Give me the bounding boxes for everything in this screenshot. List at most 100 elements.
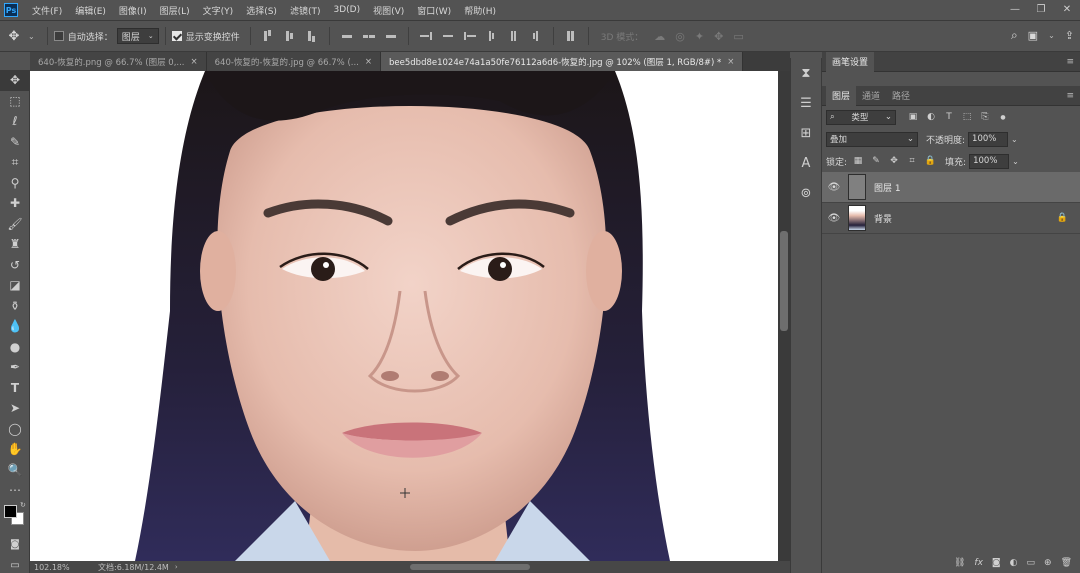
menu-select[interactable]: 选择(S) — [246, 4, 277, 17]
chevron-down-icon[interactable]: ⌄ — [1012, 157, 1019, 166]
visibility-eye-icon[interactable]: 👁 — [822, 213, 846, 224]
auto-select-dropdown[interactable]: 图层 ⌄ — [116, 28, 159, 44]
distribute-right-icon[interactable] — [530, 30, 542, 42]
layer-filter-dropdown[interactable]: ⌕ 类型 ⌄ — [826, 109, 896, 125]
drag-3d-icon[interactable]: ✦ — [695, 30, 704, 43]
lock-all-icon[interactable]: 🔒 — [923, 154, 937, 168]
mask-icon[interactable]: ◙ — [992, 558, 1001, 568]
dodge-tool-icon[interactable]: ● — [0, 337, 30, 358]
panel-menu-icon[interactable]: ≡ — [1066, 57, 1074, 67]
zoom-tool-icon[interactable]: 🔍 — [0, 460, 30, 481]
restore-icon[interactable]: ❐ — [1028, 0, 1054, 18]
group-icon[interactable]: ▭ — [1027, 558, 1036, 568]
align-right-icon[interactable] — [385, 30, 397, 42]
lasso-tool-icon[interactable]: ℓ — [0, 111, 30, 132]
roll-3d-icon[interactable]: ◎ — [675, 30, 685, 43]
distribute-top-icon[interactable] — [419, 30, 432, 42]
chevron-right-icon[interactable]: › — [175, 563, 178, 571]
align-top-icon[interactable] — [262, 30, 274, 42]
character-panel-icon[interactable]: A — [791, 148, 821, 178]
align-left-icon[interactable] — [341, 30, 353, 42]
pen-tool-icon[interactable]: ✒ — [0, 357, 30, 378]
type-filter-icon[interactable]: T — [942, 110, 956, 124]
document-canvas[interactable] — [30, 71, 778, 561]
layer-row-background[interactable]: 👁 背景 🔒 — [822, 203, 1080, 234]
ellipse-tool-icon[interactable]: ◯ — [0, 419, 30, 440]
clone-stamp-tool-icon[interactable]: ♜ — [0, 234, 30, 255]
auto-align-icon[interactable] — [565, 30, 577, 42]
type-tool-icon[interactable]: T — [0, 378, 30, 399]
more-tools-icon[interactable]: ⋯ — [0, 480, 30, 501]
align-bottom-icon[interactable] — [306, 30, 318, 42]
distribute-bottom-icon[interactable] — [463, 30, 476, 42]
menu-view[interactable]: 视图(V) — [373, 4, 404, 17]
properties-panel-icon[interactable]: ⊞ — [791, 118, 821, 148]
adjustment-icon[interactable]: ◐ — [1010, 558, 1018, 568]
doc-tab-1[interactable]: 640-恢复的.png @ 66.7% (图层 0,... × — [30, 52, 207, 71]
marquee-tool-icon[interactable]: ⬚ — [0, 91, 30, 112]
hand-tool-icon[interactable]: ✋ — [0, 439, 30, 460]
scroll-thumb[interactable] — [780, 231, 788, 331]
opacity-input[interactable]: 100% — [968, 131, 1009, 147]
move-tool-icon[interactable]: ✥ — [0, 29, 28, 44]
menu-edit[interactable]: 编辑(E) — [75, 4, 106, 17]
menu-3d[interactable]: 3D(D) — [333, 5, 360, 15]
trash-icon[interactable]: 🗑 — [1061, 558, 1072, 568]
smart-object-filter-icon[interactable]: ⎘ — [978, 110, 992, 124]
horizontal-scroll-thumb[interactable] — [410, 564, 530, 570]
slide-3d-icon[interactable]: ✥ — [714, 30, 723, 43]
distribute-vcenter-icon[interactable] — [442, 30, 454, 42]
lock-transparent-icon[interactable]: ▦ — [851, 154, 865, 168]
align-hcenter-icon[interactable] — [362, 30, 375, 42]
history-brush-tool-icon[interactable]: ↺ — [0, 255, 30, 276]
tool-preset-chevron-icon[interactable]: ⌄ — [28, 32, 35, 41]
fx-icon[interactable]: fx — [974, 558, 983, 568]
align-vcenter-icon[interactable] — [284, 30, 296, 42]
pixel-filter-icon[interactable]: ▣ — [906, 110, 920, 124]
menu-layer[interactable]: 图层(L) — [160, 4, 190, 17]
healing-brush-tool-icon[interactable]: ✚ — [0, 193, 30, 214]
screen-mode-icon[interactable]: ▭ — [0, 555, 30, 573]
history-panel-icon[interactable]: ⧗ — [791, 58, 821, 88]
doc-tab-2[interactable]: 640-恢复的-恢复的.jpg @ 66.7% (... × — [206, 52, 382, 71]
eraser-tool-icon[interactable]: ◪ — [0, 275, 30, 296]
panel-menu-icon[interactable]: ≡ — [1066, 91, 1074, 101]
menu-type[interactable]: 文字(Y) — [203, 4, 234, 17]
paint-bucket-tool-icon[interactable]: ⚱ — [0, 296, 30, 317]
eyedropper-tool-icon[interactable]: ⚲ — [0, 173, 30, 194]
share-icon[interactable]: ⇪ — [1065, 29, 1074, 42]
menu-window[interactable]: 窗口(W) — [417, 4, 451, 17]
tab-layers[interactable]: 图层 — [826, 85, 857, 106]
move-tool-icon[interactable]: ✥ — [0, 70, 30, 91]
crop-tool-icon[interactable]: ⌗ — [0, 152, 30, 173]
layer-row-layer1[interactable]: 👁 图层 1 — [822, 172, 1080, 203]
menu-file[interactable]: 文件(F) — [32, 4, 62, 17]
zoom-level[interactable]: 102.18% — [34, 563, 78, 572]
menu-image[interactable]: 图像(I) — [119, 4, 147, 17]
swap-colors-icon[interactable]: ↻ — [20, 501, 26, 509]
link-icon[interactable]: ⛓ — [954, 558, 965, 568]
brush-tool-icon[interactable]: 🖌 — [0, 214, 30, 235]
blend-mode-dropdown[interactable]: 叠加 ⌄ — [826, 131, 918, 147]
show-transform-checkbox[interactable] — [171, 31, 182, 41]
visibility-eye-icon[interactable]: 👁 — [822, 182, 846, 193]
layer-name[interactable]: 图层 1 — [874, 181, 901, 194]
path-select-tool-icon[interactable]: ➤ — [0, 398, 30, 419]
tab-channels[interactable]: 通道 — [856, 86, 886, 106]
vertical-scrollbar[interactable] — [778, 71, 790, 561]
filter-toggle-icon[interactable]: ● — [996, 110, 1010, 124]
scale-3d-icon[interactable]: ▭ — [733, 30, 743, 43]
close-icon[interactable]: × — [365, 57, 372, 67]
auto-select-checkbox[interactable] — [53, 31, 64, 41]
foreground-color-swatch[interactable] — [4, 504, 17, 518]
adjustment-filter-icon[interactable]: ◐ — [924, 110, 938, 124]
minimize-icon[interactable]: — — [1002, 0, 1028, 18]
layer-name[interactable]: 背景 — [874, 212, 892, 225]
quick-select-tool-icon[interactable]: ✎ — [0, 132, 30, 153]
chevron-down-icon[interactable]: ⌄ — [1048, 31, 1055, 40]
rotate-3d-icon[interactable]: ☁ — [654, 30, 665, 43]
tab-brush-settings[interactable]: 画笔设置 — [826, 51, 875, 72]
lock-image-icon[interactable]: ✎ — [869, 154, 883, 168]
close-icon[interactable]: ✕ — [1054, 0, 1080, 18]
distribute-left-icon[interactable] — [486, 30, 498, 42]
